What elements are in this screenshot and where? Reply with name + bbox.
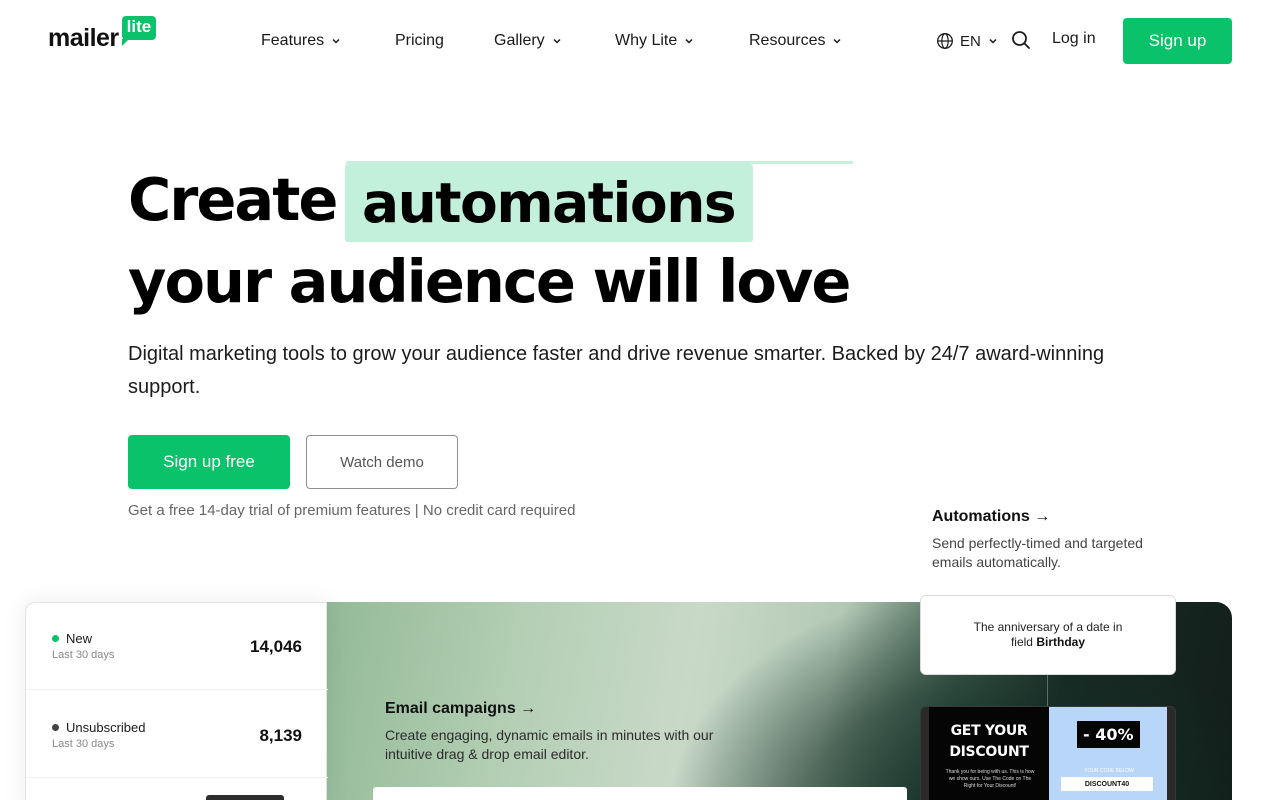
automations-description: Send perfectly-timed and targeted emails… bbox=[932, 535, 1143, 570]
stat-value: 8,139 bbox=[259, 726, 302, 745]
signup-free-button[interactable]: Sign up free bbox=[128, 435, 290, 489]
login-link[interactable]: Log in bbox=[1052, 30, 1096, 48]
discount-email-preview: GET YOUR DISCOUNT Thank you for being wi… bbox=[920, 706, 1176, 800]
discount-right-panel: - 40% YOUR CODE BELOW DISCOUNT40 bbox=[1049, 707, 1167, 800]
stat-row-new: New Last 30 days 14,046 bbox=[52, 629, 302, 689]
site-header: mailer lite Features Pricing Gallery Why… bbox=[0, 0, 1280, 82]
automation-trigger-card: The anniversary of a date in field Birth… bbox=[920, 595, 1176, 675]
headline-highlight: automations bbox=[362, 171, 737, 235]
language-selector[interactable]: EN bbox=[936, 29, 998, 53]
workflow-connector bbox=[1047, 675, 1048, 707]
discount-percent: - 40% bbox=[1077, 721, 1140, 748]
nav-item-label: Pricing bbox=[395, 32, 444, 49]
chevron-down-icon bbox=[332, 38, 340, 44]
headline-part1: Create bbox=[128, 165, 338, 234]
hero-subtitle: Digital marketing tools to grow your aud… bbox=[128, 343, 1105, 398]
signup-button[interactable]: Sign up bbox=[1123, 18, 1232, 64]
mailerlite-logo[interactable]: mailer lite bbox=[48, 16, 157, 54]
automations-link[interactable]: Automations → bbox=[932, 508, 1050, 526]
nav-item-gallery[interactable]: Gallery bbox=[494, 29, 615, 53]
nav-item-label: Resources bbox=[749, 32, 826, 49]
discount-headline: GET YOUR DISCOUNT bbox=[949, 723, 1029, 760]
nav-item-features[interactable]: Features bbox=[261, 29, 395, 53]
chevron-down-icon bbox=[553, 38, 561, 44]
nav-item-pricing[interactable]: Pricing bbox=[395, 29, 494, 53]
nav-item-resources[interactable]: Resources bbox=[749, 29, 842, 53]
main-nav: Features Pricing Gallery Why Lite Resour… bbox=[261, 29, 842, 53]
stat-label: Unsubscribed bbox=[52, 720, 146, 735]
trial-note: Get a free 14-day trial of premium featu… bbox=[128, 502, 576, 519]
nav-item-label: Gallery bbox=[494, 32, 545, 49]
status-dot-dark bbox=[52, 724, 59, 731]
mini-chart-bar bbox=[206, 795, 284, 800]
email-editor-preview bbox=[373, 787, 907, 800]
stat-period: Last 30 days bbox=[52, 649, 115, 661]
trigger-field: Birthday bbox=[1036, 635, 1086, 649]
discount-small-text: Thank you for being with us. This is how… bbox=[945, 769, 1035, 789]
chevron-down-icon bbox=[833, 38, 842, 44]
headline-line2: your audience will love bbox=[128, 247, 851, 316]
watch-demo-button[interactable]: Watch demo bbox=[306, 435, 458, 489]
subscriber-stats-card: New Last 30 days 14,046 Unsubscribed Las… bbox=[25, 602, 328, 800]
trigger-text-wrap: The anniversary of a date in field Birth… bbox=[961, 620, 1135, 650]
divider bbox=[26, 777, 328, 778]
nav-item-why-lite[interactable]: Why Lite bbox=[615, 29, 749, 53]
nav-item-label: Features bbox=[261, 32, 325, 49]
search-icon[interactable] bbox=[1010, 29, 1032, 51]
status-dot-green bbox=[52, 635, 59, 642]
logo-word: mailer bbox=[48, 24, 119, 52]
chevron-down-icon bbox=[685, 38, 693, 44]
nav-item-label: Why Lite bbox=[615, 32, 678, 49]
email-campaigns-description: Create engaging, dynamic emails in minut… bbox=[385, 727, 714, 762]
chevron-down-icon bbox=[989, 38, 997, 44]
stat-period: Last 30 days bbox=[52, 738, 115, 750]
discount-code-label: YOUR CODE BELOW bbox=[1084, 768, 1134, 774]
stat-row-unsubscribed: Unsubscribed Last 30 days 8,139 bbox=[52, 718, 302, 778]
discount-left-panel: GET YOUR DISCOUNT Thank you for being wi… bbox=[929, 707, 1049, 800]
email-campaigns-link[interactable]: Email campaigns → bbox=[385, 700, 536, 718]
discount-code: DISCOUNT40 bbox=[1061, 777, 1153, 791]
globe-icon bbox=[937, 33, 953, 49]
language-code: EN bbox=[960, 32, 981, 50]
stat-label-text: New bbox=[66, 631, 93, 646]
stat-label: New bbox=[52, 631, 92, 646]
logo-badge: lite bbox=[121, 16, 157, 46]
stat-label-text: Unsubscribed bbox=[66, 720, 146, 735]
divider bbox=[26, 689, 328, 690]
stat-value: 14,046 bbox=[250, 637, 302, 656]
